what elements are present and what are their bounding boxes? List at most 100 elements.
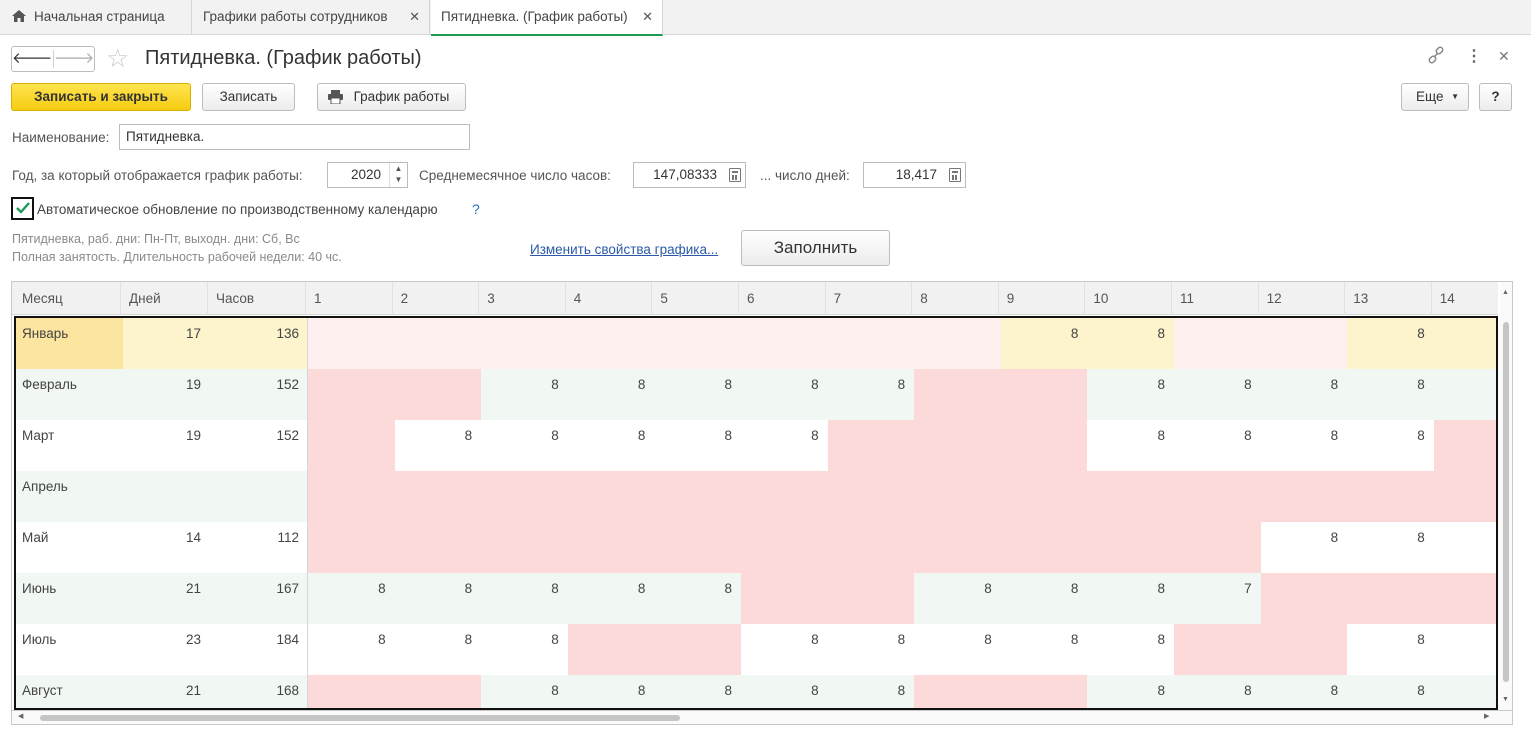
column-header[interactable]: 2 xyxy=(393,282,480,315)
column-header[interactable]: Месяц xyxy=(14,282,121,315)
hours-cell[interactable]: 168 xyxy=(210,675,308,708)
link-icon[interactable] xyxy=(1427,46,1445,69)
day-cell[interactable]: 8 xyxy=(741,369,828,420)
day-cell[interactable]: 8 xyxy=(1174,675,1261,708)
days-cell[interactable]: 19 xyxy=(123,420,210,471)
more-vertical-icon[interactable]: ⋮ xyxy=(1466,46,1482,66)
month-cell[interactable]: Июнь xyxy=(16,573,123,624)
day-cell[interactable] xyxy=(914,675,1001,708)
day-cell[interactable] xyxy=(1000,522,1088,573)
day-cell[interactable] xyxy=(308,420,395,471)
day-cell[interactable] xyxy=(741,471,828,522)
day-cell[interactable] xyxy=(654,318,741,369)
month-cell[interactable]: Август xyxy=(16,675,123,708)
day-cell[interactable] xyxy=(1433,420,1496,471)
day-cell[interactable] xyxy=(308,675,395,708)
back-arrow-icon[interactable]: 🡐 xyxy=(12,50,52,68)
day-cell[interactable] xyxy=(394,318,482,369)
day-cell[interactable] xyxy=(1433,624,1496,675)
day-cell[interactable] xyxy=(1433,369,1496,420)
day-cell[interactable] xyxy=(827,471,915,522)
day-cell[interactable]: 8 xyxy=(1174,420,1261,471)
day-cell[interactable]: 8 xyxy=(567,573,655,624)
column-header[interactable]: 7 xyxy=(826,282,913,315)
horizontal-scrollbar[interactable]: ◀ ▶ xyxy=(11,711,1513,725)
day-cell[interactable] xyxy=(394,471,482,522)
day-cell[interactable]: 8 xyxy=(481,420,568,471)
column-header[interactable]: 12 xyxy=(1259,282,1346,315)
day-cell[interactable] xyxy=(1433,573,1496,624)
hours-cell[interactable]: 152 xyxy=(210,420,308,471)
day-cell[interactable]: 8 xyxy=(741,624,828,675)
day-cell[interactable] xyxy=(827,573,915,624)
day-cell[interactable]: 8 xyxy=(1000,318,1088,369)
day-cell[interactable] xyxy=(394,675,482,708)
days-cell[interactable]: 21 xyxy=(123,675,210,708)
day-cell[interactable] xyxy=(914,318,1001,369)
day-cell[interactable]: 8 xyxy=(654,675,741,708)
day-cell[interactable]: 8 xyxy=(1260,420,1348,471)
day-cell[interactable] xyxy=(308,318,395,369)
favorite-star-icon[interactable]: ☆ xyxy=(106,44,129,72)
day-cell[interactable]: 8 xyxy=(1087,420,1174,471)
day-cell[interactable] xyxy=(914,420,1001,471)
day-cell[interactable] xyxy=(567,318,655,369)
column-header[interactable]: 14 xyxy=(1432,282,1502,315)
day-cell[interactable]: 8 xyxy=(481,624,568,675)
day-cell[interactable] xyxy=(1000,471,1088,522)
hours-cell[interactable]: 167 xyxy=(210,573,308,624)
day-cell[interactable] xyxy=(1174,522,1261,573)
day-cell[interactable]: 8 xyxy=(567,369,655,420)
day-cell[interactable]: 8 xyxy=(481,573,568,624)
calculator-icon[interactable] xyxy=(729,168,741,182)
help-question-icon[interactable]: ? xyxy=(472,201,480,217)
scroll-right-icon[interactable]: ▶ xyxy=(1484,712,1489,720)
month-cell[interactable]: Июль xyxy=(16,624,123,675)
day-cell[interactable] xyxy=(481,522,568,573)
tab-current-schedule[interactable]: Пятидневка. (График работы) ✕ xyxy=(431,0,663,36)
day-cell[interactable]: 8 xyxy=(1347,369,1434,420)
month-cell[interactable]: Январь xyxy=(16,318,123,369)
column-header[interactable]: 3 xyxy=(479,282,566,315)
column-header[interactable]: 9 xyxy=(999,282,1086,315)
hours-cell[interactable]: 112 xyxy=(210,522,308,573)
day-cell[interactable]: 8 xyxy=(1087,369,1174,420)
day-cell[interactable] xyxy=(827,522,915,573)
day-cell[interactable] xyxy=(1000,420,1088,471)
column-header[interactable]: 11 xyxy=(1172,282,1259,315)
column-header[interactable]: 13 xyxy=(1345,282,1432,315)
day-cell[interactable] xyxy=(654,522,741,573)
hours-cell[interactable]: 184 xyxy=(210,624,308,675)
day-cell[interactable] xyxy=(394,522,482,573)
day-cell[interactable]: 8 xyxy=(654,573,741,624)
avg-hours-input[interactable]: 147,08333 xyxy=(633,162,746,188)
day-cell[interactable]: 8 xyxy=(654,369,741,420)
days-cell[interactable]: 17 xyxy=(123,318,210,369)
day-cell[interactable] xyxy=(654,471,741,522)
days-input[interactable]: 18,417 xyxy=(863,162,966,188)
days-cell[interactable]: 23 xyxy=(123,624,210,675)
day-cell[interactable] xyxy=(1433,522,1496,573)
close-icon[interactable]: ✕ xyxy=(409,0,420,34)
change-properties-link[interactable]: Изменить свойства графика... xyxy=(530,242,718,257)
day-cell[interactable]: 8 xyxy=(827,369,915,420)
hours-cell[interactable]: 136 xyxy=(210,318,308,369)
more-button[interactable]: Еще ▼ xyxy=(1401,83,1469,111)
close-icon[interactable]: ✕ xyxy=(642,0,653,34)
day-cell[interactable] xyxy=(654,624,741,675)
tab-employee-schedules[interactable]: Графики работы сотрудников ✕ xyxy=(193,0,430,35)
day-cell[interactable] xyxy=(741,522,828,573)
spin-up-icon[interactable]: ▲ xyxy=(390,163,407,174)
horizontal-scroll-thumb[interactable] xyxy=(40,715,680,721)
day-cell[interactable] xyxy=(1000,675,1088,708)
day-cell[interactable] xyxy=(914,471,1001,522)
day-cell[interactable] xyxy=(1174,624,1261,675)
scroll-down-icon[interactable]: ▼ xyxy=(1502,696,1509,703)
scroll-left-icon[interactable]: ◀ xyxy=(18,712,23,720)
day-cell[interactable]: 8 xyxy=(1347,624,1434,675)
day-cell[interactable] xyxy=(1260,318,1348,369)
vertical-scrollbar[interactable]: ▲ ▼ xyxy=(1500,282,1512,710)
days-cell[interactable]: 19 xyxy=(123,369,210,420)
hours-cell[interactable]: 152 xyxy=(210,369,308,420)
fill-button[interactable]: Заполнить xyxy=(741,230,890,266)
